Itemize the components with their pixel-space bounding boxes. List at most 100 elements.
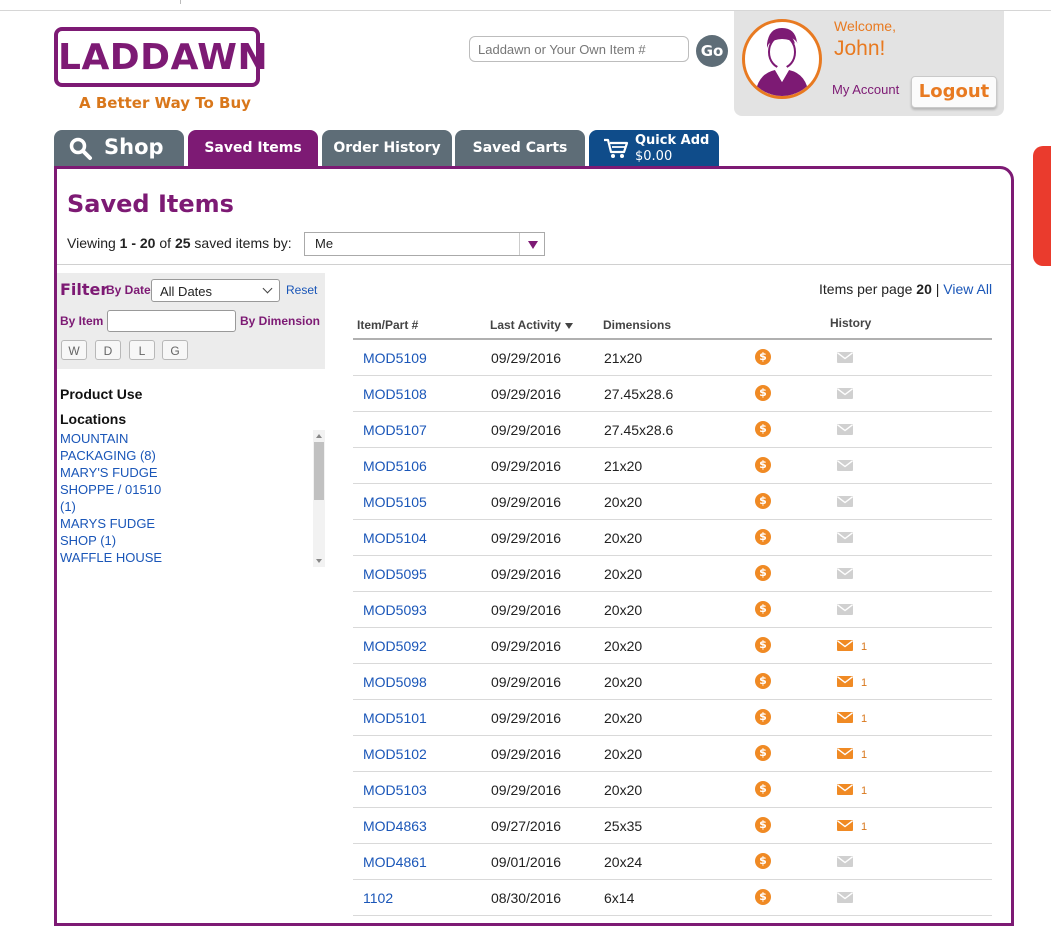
item-number-link[interactable]: MOD5105: [363, 494, 427, 510]
dimensions-value: 20x20: [604, 566, 643, 582]
envelope-icon[interactable]: [837, 748, 853, 759]
table-row: MOD5108 09/29/2016 27.45x28.6 $: [353, 376, 992, 412]
dollar-coin-icon[interactable]: $: [755, 529, 771, 545]
locations-scrollbar[interactable]: [313, 430, 325, 567]
location-item[interactable]: SHOP (1): [60, 532, 180, 549]
item-number-link[interactable]: 1102: [363, 890, 393, 906]
tab-saved-carts[interactable]: Saved Carts: [455, 130, 585, 166]
history-count[interactable]: 1: [861, 713, 867, 725]
item-number-link[interactable]: MOD4863: [363, 818, 427, 834]
reset-link[interactable]: Reset: [286, 283, 317, 297]
date-select[interactable]: All Dates: [151, 279, 280, 302]
items-per-page-value: 20: [916, 281, 932, 297]
location-item[interactable]: MARYS FUDGE: [60, 515, 180, 532]
item-number-link[interactable]: MOD5102: [363, 746, 427, 762]
product-use-heading[interactable]: Product Use: [60, 386, 142, 402]
tab-quick-add[interactable]: Quick Add $0.00: [589, 130, 719, 166]
history-count[interactable]: 1: [861, 821, 867, 833]
location-item[interactable]: PACKAGING (8): [60, 447, 180, 464]
dimension-button-l[interactable]: L: [129, 340, 155, 360]
account-panel: Welcome, John! My Account Logout: [734, 11, 1004, 116]
header-divider: [57, 264, 1011, 265]
last-activity-date: 09/29/2016: [491, 674, 562, 690]
table-row: MOD5095 09/29/2016 20x20 $: [353, 556, 992, 592]
envelope-icon: [837, 568, 853, 579]
item-number-link[interactable]: MOD5095: [363, 566, 427, 582]
item-number-link[interactable]: MOD5092: [363, 638, 427, 654]
item-number-link[interactable]: MOD5104: [363, 530, 427, 546]
history-count[interactable]: 1: [861, 785, 867, 797]
dimension-button-d[interactable]: D: [95, 340, 121, 360]
last-activity-label: Last Activity: [490, 318, 561, 332]
tab-saved-items[interactable]: Saved Items: [188, 130, 318, 166]
dimensions-value: 20x20: [604, 782, 643, 798]
dimensions-value: 20x20: [604, 602, 643, 618]
dollar-coin-icon[interactable]: $: [755, 781, 771, 797]
dollar-coin-icon[interactable]: $: [755, 709, 771, 725]
tab-order-history[interactable]: Order History: [322, 130, 452, 166]
last-activity-date: 09/29/2016: [491, 746, 562, 762]
dollar-coin-icon[interactable]: $: [755, 853, 771, 869]
scroll-up-icon[interactable]: [316, 434, 322, 438]
column-header-dimensions[interactable]: Dimensions: [603, 318, 671, 332]
dollar-coin-icon[interactable]: $: [755, 673, 771, 689]
logout-button[interactable]: Logout: [911, 76, 997, 108]
item-number-link[interactable]: MOD4861: [363, 854, 427, 870]
logo[interactable]: LADDAWN: [54, 27, 268, 87]
dollar-coin-icon[interactable]: $: [755, 565, 771, 581]
location-item[interactable]: SHOPPE / 01510: [60, 481, 180, 498]
dollar-coin-icon[interactable]: $: [755, 349, 771, 365]
my-account-link[interactable]: My Account: [832, 82, 899, 97]
envelope-icon: [837, 496, 853, 507]
by-item-input[interactable]: [107, 310, 236, 332]
item-number-link[interactable]: MOD5101: [363, 710, 427, 726]
view-all-link[interactable]: View All: [943, 281, 992, 297]
item-number-link[interactable]: MOD5109: [363, 350, 427, 366]
envelope-icon[interactable]: [837, 784, 853, 795]
item-number-link[interactable]: MOD5093: [363, 602, 427, 618]
item-number-link[interactable]: MOD5103: [363, 782, 427, 798]
location-item[interactable]: WAFFLE HOUSE: [60, 549, 180, 566]
dollar-coin-icon[interactable]: $: [755, 385, 771, 401]
feedback-tab[interactable]: [1033, 146, 1051, 266]
dimensions-value: 21x20: [604, 458, 643, 474]
history-count[interactable]: 1: [861, 641, 867, 653]
envelope-icon[interactable]: [837, 676, 853, 687]
dollar-coin-icon[interactable]: $: [755, 493, 771, 509]
dollar-coin-icon[interactable]: $: [755, 745, 771, 761]
dollar-coin-icon[interactable]: $: [755, 889, 771, 905]
envelope-icon[interactable]: [837, 712, 853, 723]
column-header-last-activity[interactable]: Last Activity: [490, 318, 573, 332]
scroll-down-icon[interactable]: [316, 559, 322, 563]
envelope-icon: [837, 388, 853, 399]
column-header-item[interactable]: Item/Part #: [357, 318, 418, 332]
go-button[interactable]: Go: [696, 35, 728, 67]
saved-by-select[interactable]: Me: [304, 232, 545, 256]
divider: [180, 0, 181, 4]
location-item[interactable]: (1): [60, 498, 180, 515]
envelope-icon[interactable]: [837, 820, 853, 831]
item-number-link[interactable]: MOD5108: [363, 386, 427, 402]
tagline: A Better Way To Buy: [79, 94, 251, 112]
item-number-link[interactable]: MOD5098: [363, 674, 427, 690]
scroll-thumb[interactable]: [314, 442, 324, 500]
history-count[interactable]: 1: [861, 677, 867, 689]
location-item[interactable]: MOUNTAIN: [60, 430, 180, 447]
table-row: MOD5109 09/29/2016 21x20 $: [353, 340, 992, 376]
dollar-coin-icon[interactable]: $: [755, 457, 771, 473]
item-number-link[interactable]: MOD5107: [363, 422, 427, 438]
table-row: MOD5103 09/29/2016 20x20 $1: [353, 772, 992, 808]
dollar-coin-icon[interactable]: $: [755, 421, 771, 437]
dollar-coin-icon[interactable]: $: [755, 817, 771, 833]
location-item[interactable]: MARY'S FUDGE: [60, 464, 180, 481]
item-search-input[interactable]: [469, 36, 689, 62]
history-count[interactable]: 1: [861, 749, 867, 761]
tab-shop[interactable]: Shop: [54, 130, 184, 166]
dimension-button-w[interactable]: W: [61, 340, 87, 360]
dollar-coin-icon[interactable]: $: [755, 601, 771, 617]
dollar-coin-icon[interactable]: $: [755, 637, 771, 653]
cart-icon: [604, 138, 629, 158]
envelope-icon[interactable]: [837, 640, 853, 651]
item-number-link[interactable]: MOD5106: [363, 458, 427, 474]
dimension-button-g[interactable]: G: [162, 340, 188, 360]
